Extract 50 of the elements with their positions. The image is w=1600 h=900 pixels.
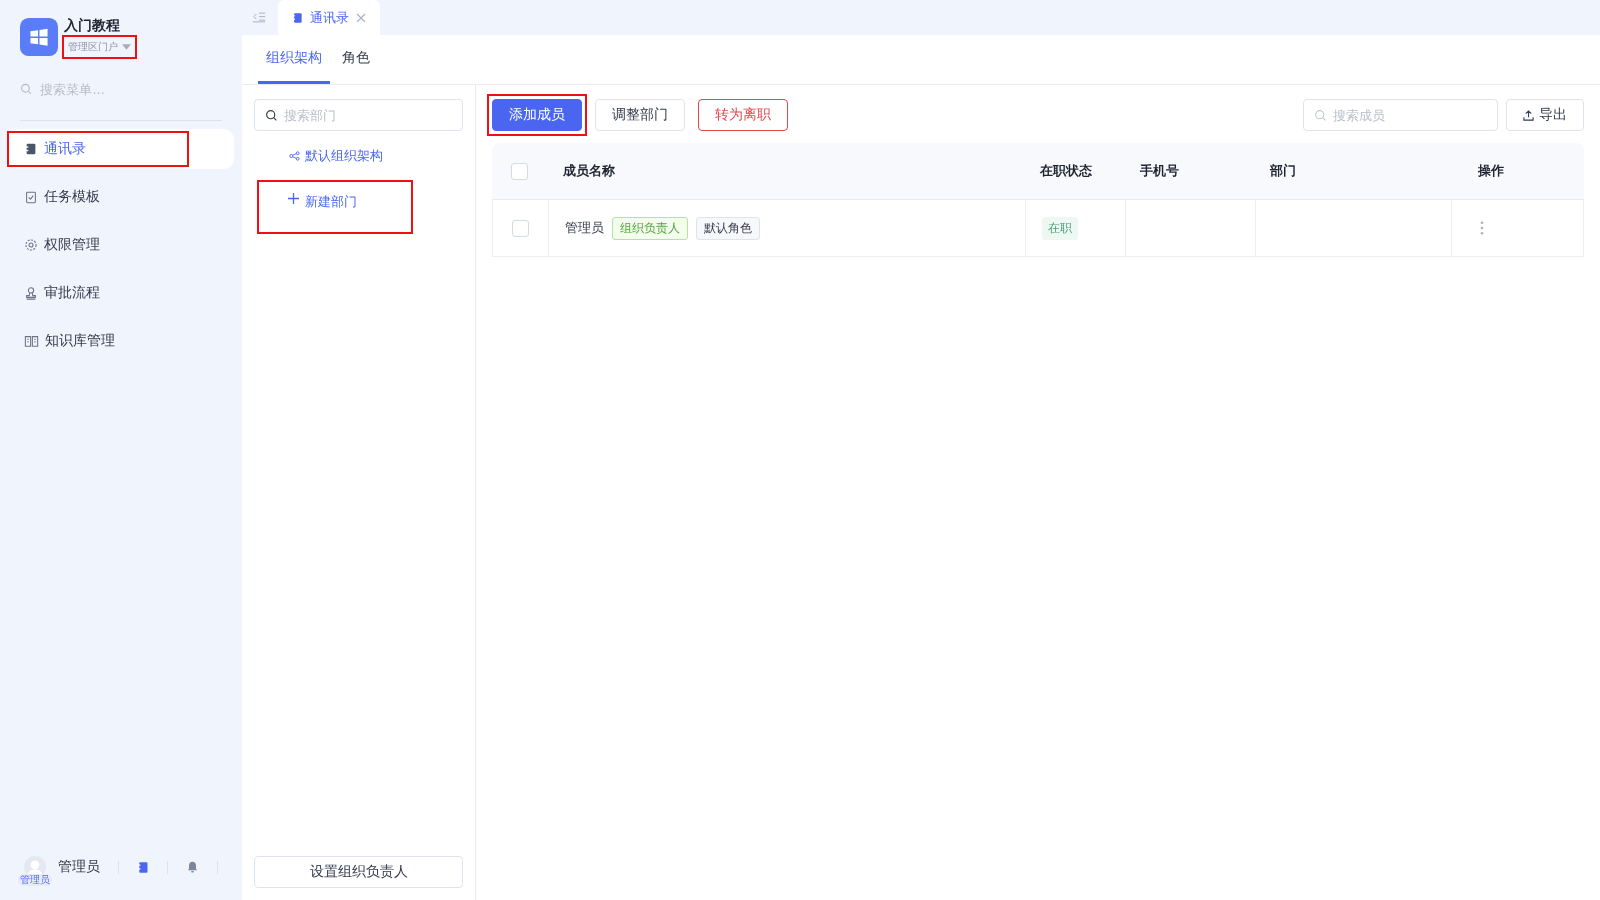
column-header: 手机号 — [1140, 162, 1179, 180]
role-tag: 默认角色 — [696, 216, 760, 240]
nav-item[interactable]: 权限管理 — [8, 225, 234, 265]
nav-item[interactable]: 任务模板 — [8, 177, 234, 217]
new-department-button[interactable]: 新建部门 — [260, 183, 410, 231]
clipboard-icon — [24, 190, 38, 204]
caret-icon — [122, 44, 131, 50]
toolbar-button[interactable]: 调整部门 — [595, 99, 685, 131]
set-owner-button[interactable]: 设置组织负责人 — [254, 856, 463, 888]
page-tab[interactable]: 通讯录 — [278, 0, 380, 35]
nav-item[interactable]: 审批流程 — [8, 273, 234, 313]
row-checkbox[interactable] — [512, 219, 529, 237]
search-icon — [1314, 109, 1327, 122]
role-tag: 组织负责人 — [612, 216, 688, 240]
upload-icon — [1523, 109, 1534, 121]
member-name: 管理员 — [565, 219, 604, 237]
collapse-sidebar-icon[interactable] — [252, 12, 266, 23]
select-all-checkbox[interactable] — [511, 162, 528, 180]
open-book-icon — [24, 334, 39, 348]
plus-icon — [288, 193, 299, 204]
app-logo-icon — [20, 18, 58, 56]
export-button[interactable]: 导出 — [1506, 99, 1584, 131]
status-tag: 在职 — [1042, 216, 1078, 240]
app-title: 入门教程 — [64, 17, 121, 35]
tree-item[interactable]: 默认组织架构 — [289, 145, 463, 167]
toolbar-button[interactable]: 转为离职 — [698, 99, 788, 131]
more-icon[interactable] — [1480, 221, 1484, 235]
search-icon — [20, 82, 33, 96]
org-chart-icon — [289, 151, 300, 161]
member-search-field[interactable]: 搜索成员 — [1303, 99, 1498, 131]
notebook-icon[interactable] — [137, 860, 149, 874]
search-icon — [265, 109, 278, 122]
notebook-icon — [24, 142, 38, 156]
notebook-icon — [292, 11, 303, 24]
user-profile[interactable]: 管理员 管理员 — [18, 848, 100, 886]
close-icon[interactable] — [356, 12, 366, 23]
user-name: 管理员 — [58, 858, 100, 876]
department-search-field[interactable]: 搜索部门 — [254, 99, 463, 131]
toolbar-button[interactable]: 添加成员 — [492, 99, 582, 131]
nav-item[interactable]: 通讯录 — [8, 129, 234, 169]
bell-icon[interactable] — [186, 860, 199, 874]
column-header: 操作 — [1478, 162, 1504, 180]
section-tab[interactable]: 角色 — [334, 35, 378, 84]
stamp-icon — [24, 286, 38, 300]
column-header: 成员名称 — [563, 162, 615, 180]
avatar-badge: 管理员 — [18, 874, 52, 886]
column-header: 在职状态 — [1040, 162, 1092, 180]
nav-item[interactable]: 知识库管理 — [8, 321, 234, 361]
column-header: 部门 — [1270, 162, 1296, 180]
settings-icon — [24, 238, 38, 252]
